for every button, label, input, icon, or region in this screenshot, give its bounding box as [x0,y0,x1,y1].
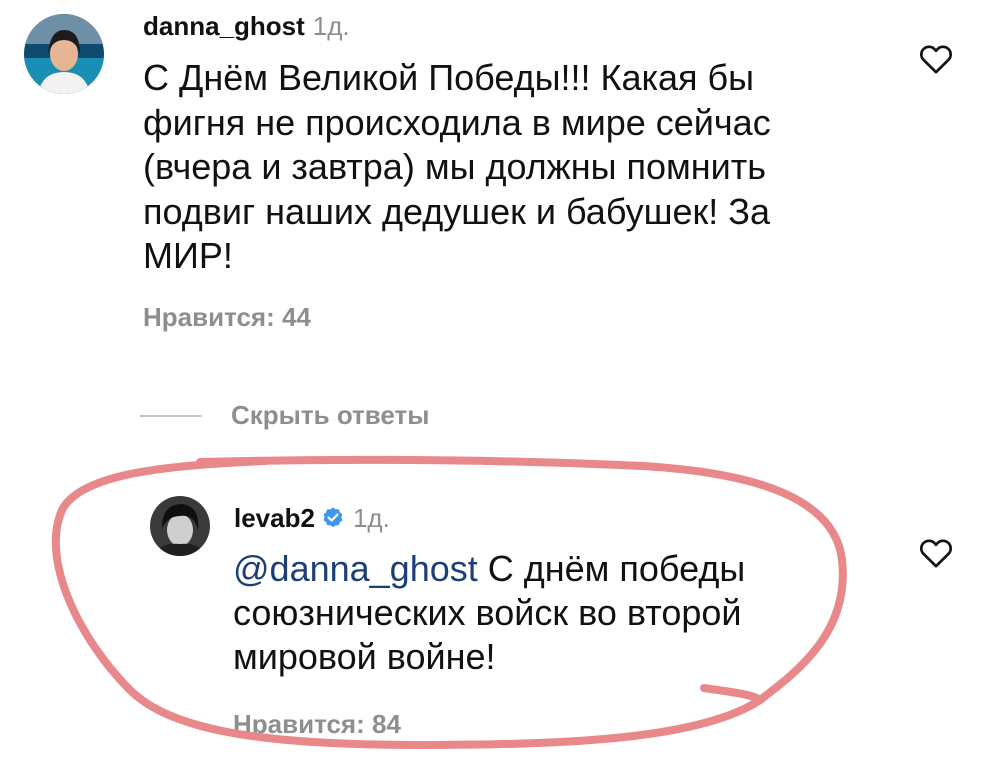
likes-count[interactable]: Нравится: 44 [143,302,311,333]
verified-badge-icon [321,505,345,537]
reply-text: @danna_ghost С днём победы союзнических … [233,547,833,679]
username[interactable]: levab2 [234,503,315,533]
avatar[interactable] [150,496,210,556]
mention-link[interactable]: @danna_ghost [233,548,478,589]
comment-header: danna_ghost 1д. [143,10,350,42]
username[interactable]: danna_ghost [143,11,305,41]
timestamp: 1д. [312,11,350,41]
avatar[interactable] [24,14,104,94]
comment-header: levab2 1д. [234,502,390,537]
heart-outline-icon[interactable] [916,38,956,78]
comment-text: С Днём Великой Победы!!! Какая бы фигня … [143,57,771,276]
timestamp: 1д. [352,503,390,533]
divider [140,415,202,417]
hide-replies-button[interactable]: Скрыть ответы [231,398,429,432]
likes-count[interactable]: Нравится: 84 [233,709,401,740]
heart-outline-icon[interactable] [916,532,956,572]
